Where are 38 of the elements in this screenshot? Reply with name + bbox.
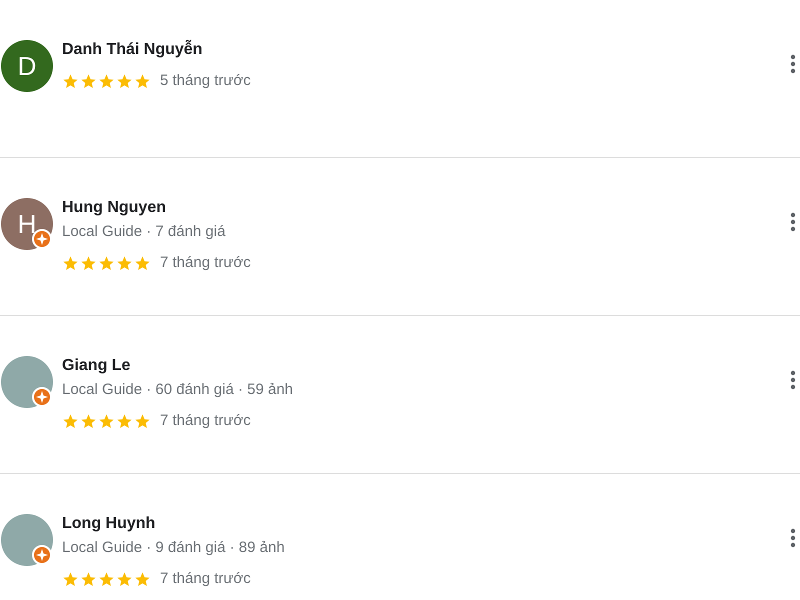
star-icon [98, 72, 115, 90]
more-options-icon[interactable] [790, 528, 796, 548]
reviewer-info: Local Guide · 60 đánh giá · 59 ảnh [62, 380, 294, 400]
local-guide-badge-icon [32, 545, 52, 565]
star-icon [134, 570, 151, 588]
reviewer-name[interactable]: Giang Le [62, 356, 790, 376]
review-time: 7 tháng trước [160, 253, 251, 273]
reviewer-info: Local Guide · 7 đánh giá [62, 222, 226, 242]
reviewer-name[interactable]: Hung Nguyen [62, 198, 790, 218]
star-icon [116, 412, 133, 430]
avatar: D [1, 40, 53, 92]
star-icon [98, 570, 115, 588]
star-icon [80, 412, 97, 430]
reviewer-info: Local Guide · 9 đánh giá · 89 ảnh [62, 538, 286, 558]
review-time: 7 tháng trước [160, 569, 251, 589]
star-icon [116, 72, 133, 90]
star-icon [62, 254, 79, 272]
star-icon [134, 254, 151, 272]
review-time: 7 tháng trước [160, 411, 251, 431]
star-icon [116, 570, 133, 588]
star-icon [62, 412, 79, 430]
review-time: 5 tháng trước [160, 71, 251, 91]
star-icon [80, 570, 97, 588]
local-guide-badge-icon [32, 387, 52, 407]
star-icon [116, 254, 133, 272]
star-icon [98, 254, 115, 272]
more-options-icon[interactable] [790, 370, 796, 390]
star-icon [62, 72, 79, 90]
reviewer-name[interactable]: Long Huynh [62, 514, 790, 534]
star-icon [62, 570, 79, 588]
star-icon [80, 72, 97, 90]
star-icon [98, 412, 115, 430]
reviewer-name[interactable]: Danh Thái Nguyễn [62, 40, 790, 60]
star-icon [134, 412, 151, 430]
star-icon [134, 72, 151, 90]
more-options-icon[interactable] [790, 54, 796, 74]
more-options-icon[interactable] [790, 212, 796, 232]
star-icon [80, 254, 97, 272]
